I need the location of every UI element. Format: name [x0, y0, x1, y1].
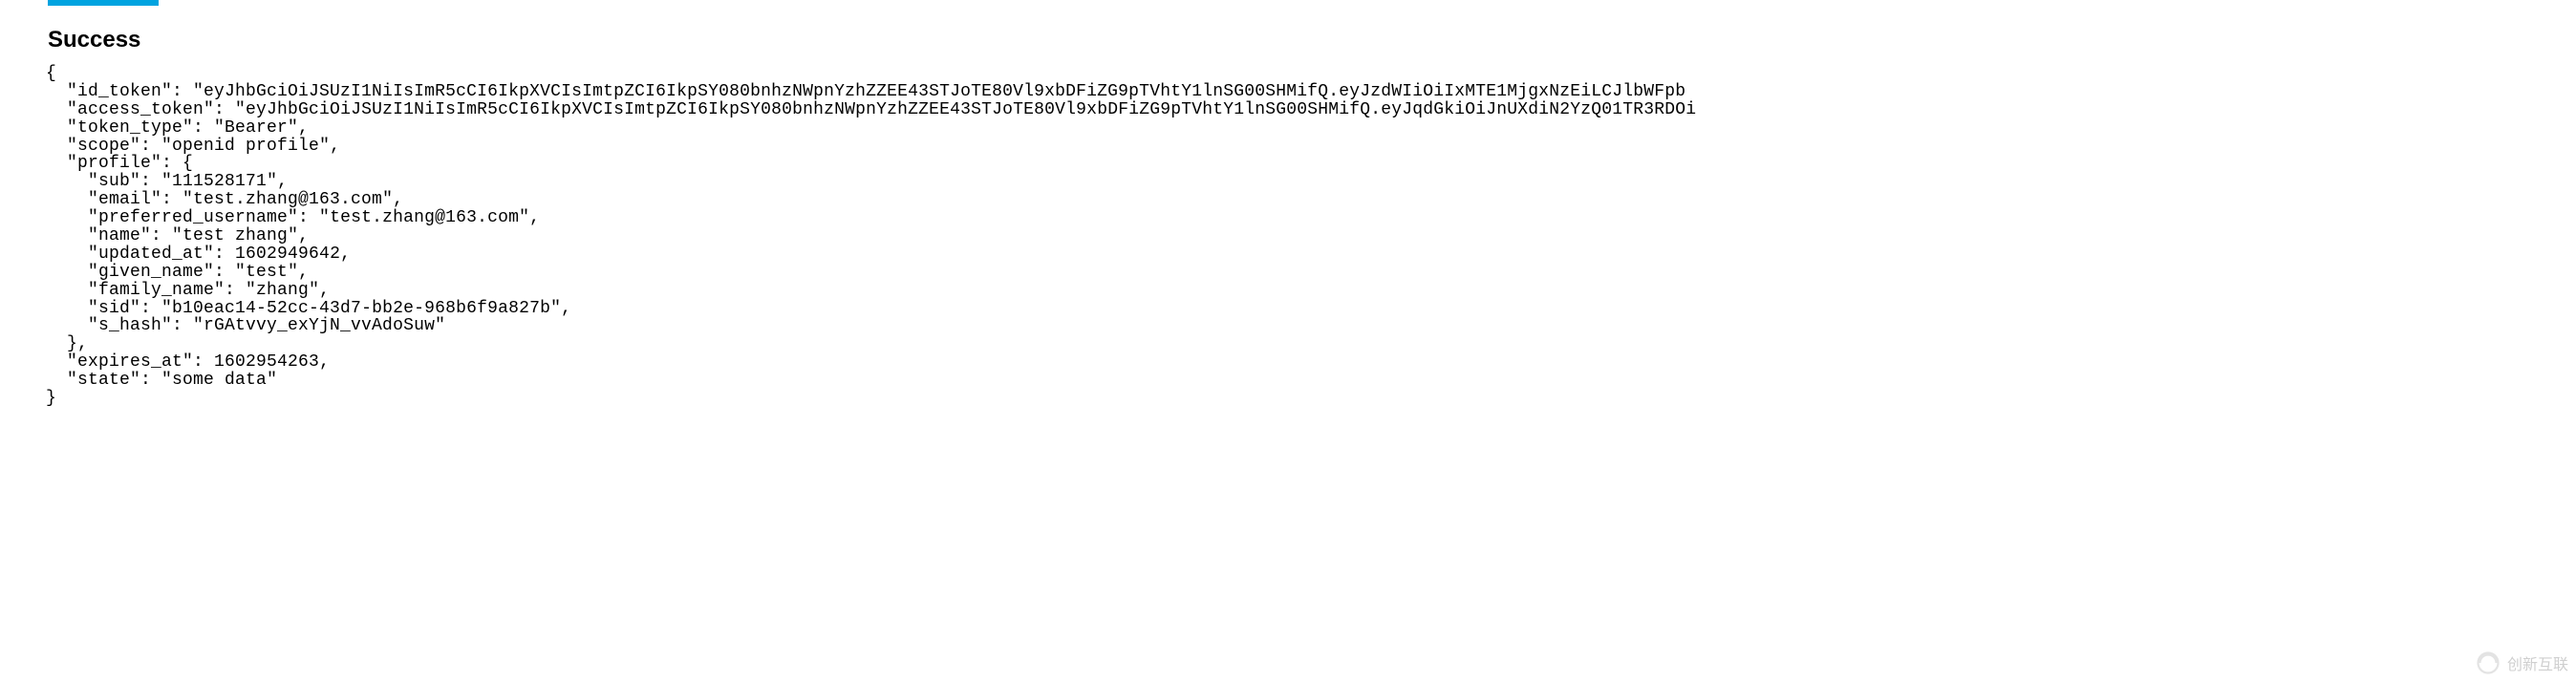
id-token-value: eyJhbGciOiJSUzI1NiIsImR5cCI6IkpXVCIsImtp… — [204, 82, 1685, 101]
s-hash-value: rGAtvvy_exYjN_vvAdoSuw — [204, 316, 435, 335]
token-type-value: Bearer — [225, 118, 288, 138]
sub-value: 111528171 — [172, 172, 267, 191]
watermark: 创新互联 — [2475, 650, 2568, 676]
family-name-value: zhang — [256, 281, 309, 300]
given-name-value: test — [246, 263, 288, 282]
state-value: some data — [172, 371, 267, 390]
email-value: test.zhang@163.com — [193, 190, 382, 209]
name-value: test zhang — [182, 226, 288, 245]
watermark-text: 创新互联 — [2507, 651, 2568, 674]
json-output: { "id_token": "eyJhbGciOiJSUzI1NiIsImR5c… — [46, 65, 1696, 408]
watermark-logo-icon — [2475, 650, 2501, 676]
scope-value: openid profile — [172, 137, 319, 156]
access-token-value: eyJhbGciOiJSUzI1NiIsImR5cCI6IkpXVCIsImtp… — [246, 100, 1696, 119]
accent-bar — [48, 0, 159, 6]
sid-value: b10eac14-52cc-43d7-bb2e-968b6f9a827b — [172, 299, 550, 318]
updated-at-value: 1602949642 — [235, 245, 340, 264]
preferred-username-value: test.zhang@163.com — [330, 208, 519, 227]
expires-at-value: 1602954263 — [214, 352, 319, 372]
page-title: Success — [48, 27, 140, 53]
